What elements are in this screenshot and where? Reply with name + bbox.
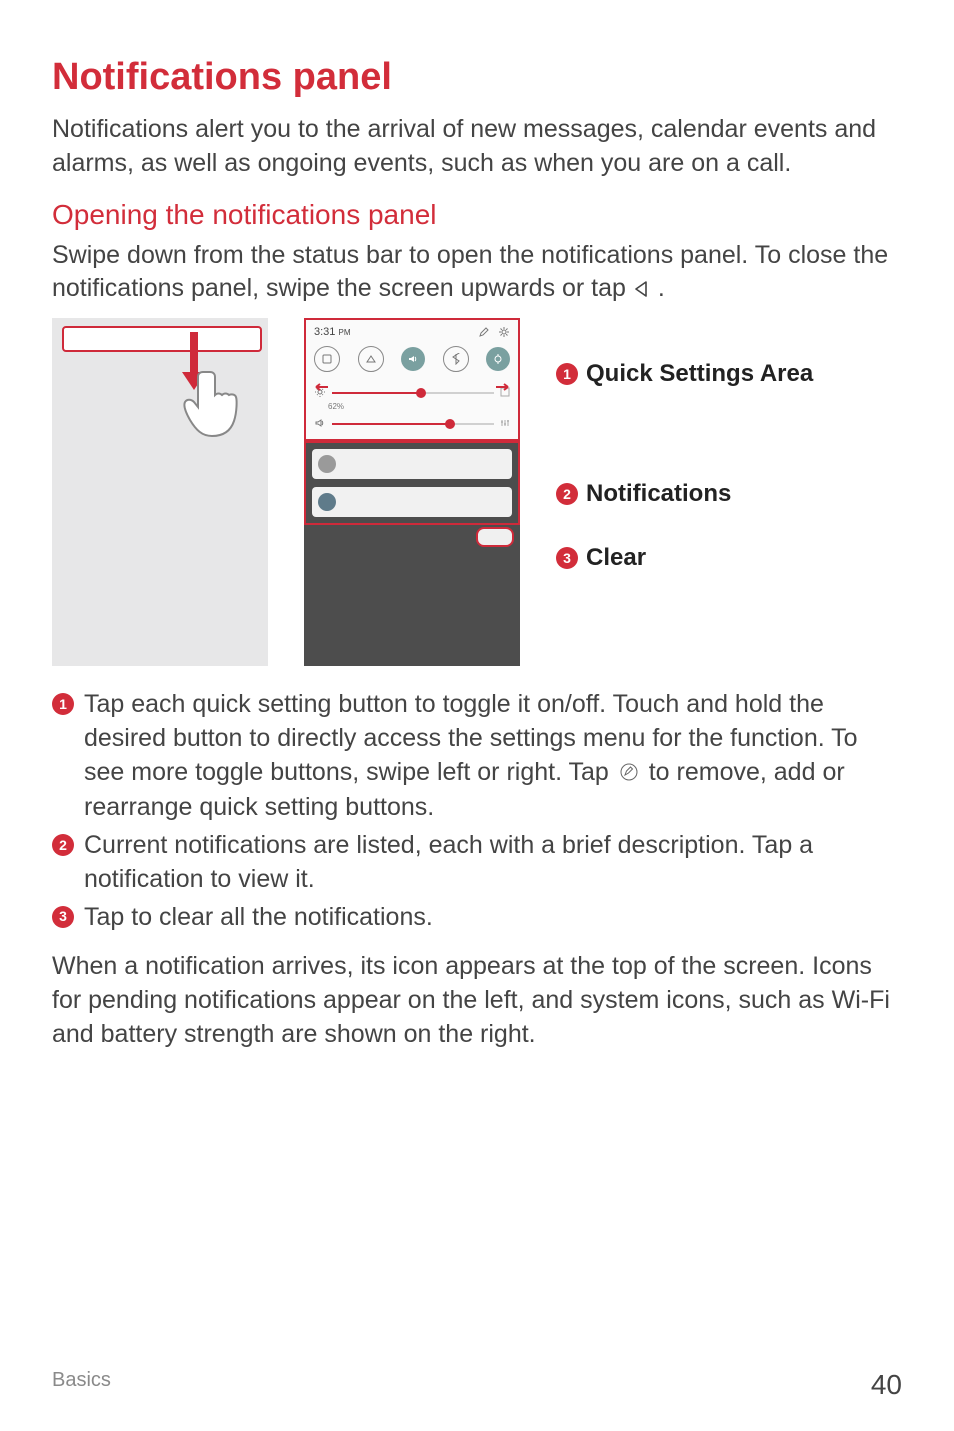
list-item: 1 Tap each quick setting button to toggl… bbox=[52, 688, 902, 825]
notification-app-icon bbox=[318, 455, 336, 473]
gesture-phone bbox=[52, 318, 268, 666]
wifi-toggle-icon bbox=[358, 346, 384, 372]
callout-3-label: Clear bbox=[586, 544, 646, 572]
notification-item bbox=[312, 449, 512, 479]
callout-clear: 3 Clear bbox=[556, 544, 813, 572]
badge-2-icon: 2 bbox=[556, 483, 578, 505]
edit-icon bbox=[478, 326, 490, 338]
volume-slider bbox=[332, 423, 494, 425]
badge-1-icon: 1 bbox=[556, 363, 578, 385]
open-text-b: . bbox=[658, 274, 665, 302]
swipe-left-icon bbox=[312, 378, 328, 396]
badge-1-icon: 1 bbox=[52, 693, 74, 715]
panel-time: 3:31 PM bbox=[314, 326, 350, 338]
page-footer: Basics 40 bbox=[52, 1369, 902, 1401]
notifications-area bbox=[304, 441, 520, 525]
bullet-3-text: Tap to clear all the notifications. bbox=[84, 901, 902, 935]
figure-row: 3:31 PM bbox=[52, 318, 902, 666]
callout-quick-settings: 1 Quick Settings Area bbox=[556, 360, 813, 388]
numbered-list: 1 Tap each quick setting button to toggl… bbox=[52, 688, 902, 934]
gear-icon bbox=[498, 326, 510, 338]
badge-3-icon: 3 bbox=[52, 906, 74, 928]
brightness-slider-row bbox=[314, 386, 510, 400]
callout-2-label: Notifications bbox=[586, 480, 731, 508]
bluetooth-toggle-icon bbox=[443, 346, 469, 372]
edit-quick-settings-icon bbox=[619, 760, 646, 788]
open-instruction: Swipe down from the status bar to open t… bbox=[52, 239, 902, 309]
section-subhead: Opening the notifications panel bbox=[52, 199, 902, 231]
list-item: 3 Tap to clear all the notifications. bbox=[52, 901, 902, 935]
badge-2-icon: 2 bbox=[52, 834, 74, 856]
manual-page: Notifications panel Notifications alert … bbox=[0, 0, 954, 1431]
intro-paragraph: Notifications alert you to the arrival o… bbox=[52, 113, 902, 181]
panel-phone: 3:31 PM bbox=[304, 318, 520, 666]
closing-paragraph: When a notification arrives, its icon ap… bbox=[52, 950, 902, 1051]
equalizer-icon bbox=[500, 418, 510, 430]
swipe-right-icon bbox=[496, 378, 512, 396]
open-text-a: Swipe down from the status bar to open t… bbox=[52, 241, 888, 303]
page-title: Notifications panel bbox=[52, 56, 902, 99]
quick-toggles-row bbox=[314, 344, 510, 374]
sound-toggle-icon bbox=[401, 347, 425, 371]
quick-settings-area: 3:31 PM bbox=[304, 318, 520, 441]
volume-slider-row bbox=[314, 417, 510, 431]
callout-1-label: Quick Settings Area bbox=[586, 360, 813, 388]
hand-pointer-icon bbox=[182, 364, 252, 449]
back-icon bbox=[633, 274, 651, 308]
bullet-2-text: Current notifications are listed, each w… bbox=[84, 829, 902, 897]
notification-item bbox=[312, 487, 512, 517]
callout-notifications: 2 Notifications bbox=[556, 480, 813, 508]
clear-row bbox=[304, 525, 520, 547]
clear-all-button bbox=[476, 527, 514, 547]
sim-toggle-icon bbox=[314, 346, 340, 372]
badge-3-icon: 3 bbox=[556, 547, 578, 569]
status-bar-highlight bbox=[62, 326, 262, 352]
callout-labels: 1 Quick Settings Area 2 Notifications 3 … bbox=[556, 318, 813, 572]
footer-section: Basics bbox=[52, 1369, 111, 1401]
footer-page-number: 40 bbox=[871, 1369, 902, 1401]
volume-icon bbox=[314, 417, 326, 431]
bullet-1-text: Tap each quick setting button to toggle … bbox=[84, 688, 902, 825]
rotate-toggle-icon bbox=[486, 347, 510, 371]
brightness-label: 62% bbox=[328, 402, 510, 411]
panel-shell: 3:31 PM bbox=[304, 318, 520, 666]
brightness-slider bbox=[332, 392, 494, 394]
panel-status-bar: 3:31 PM bbox=[314, 326, 510, 338]
list-item: 2 Current notifications are listed, each… bbox=[52, 829, 902, 897]
notification-app-icon bbox=[318, 493, 336, 511]
